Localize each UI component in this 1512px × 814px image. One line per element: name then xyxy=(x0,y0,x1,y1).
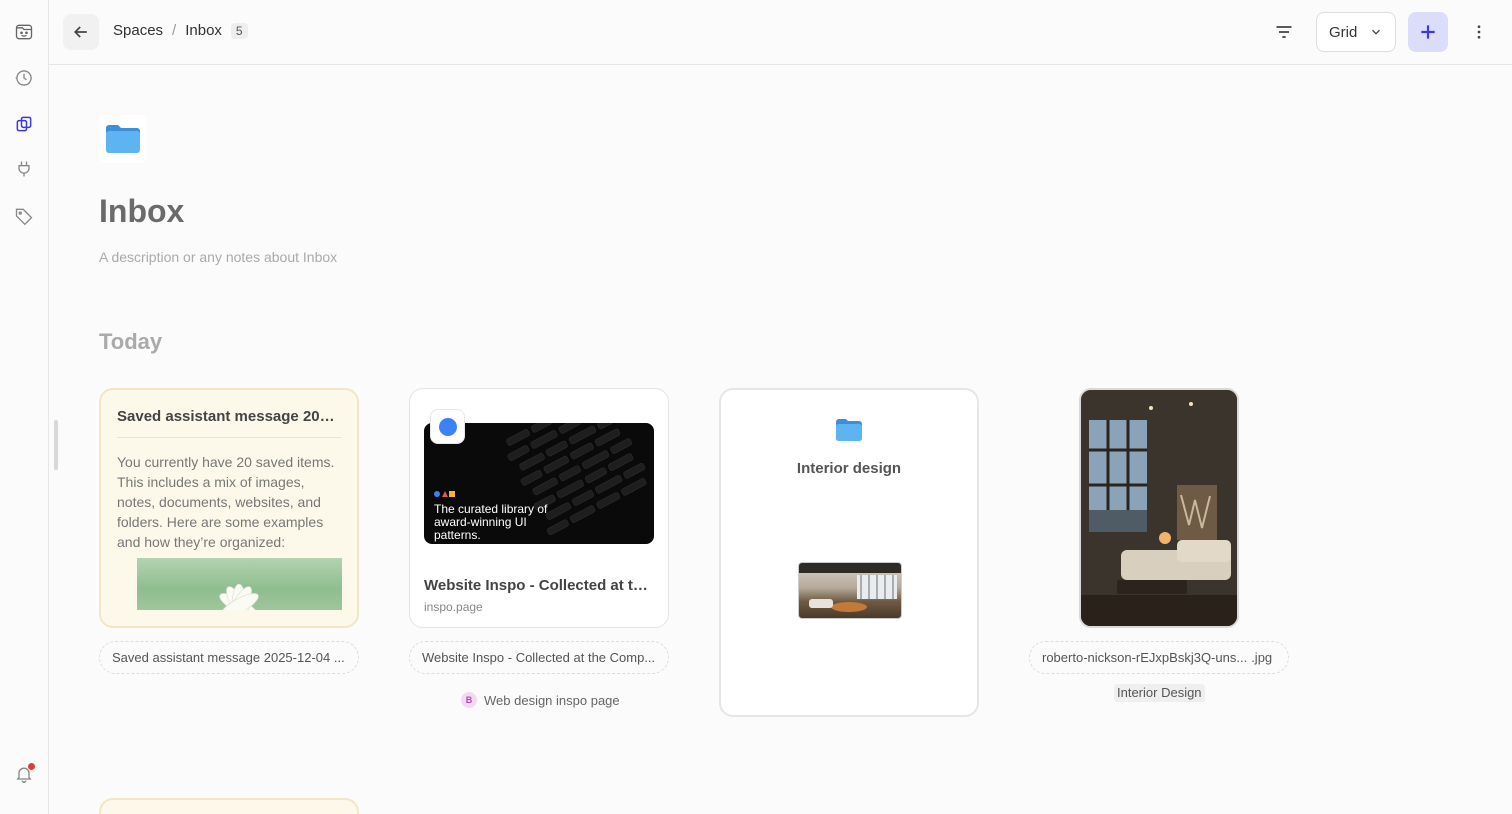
website-tagline: The curated library of award-winning UI … xyxy=(434,502,548,542)
sidebar-resize-handle[interactable] xyxy=(54,420,58,470)
website-tag-label: Web design inspo page xyxy=(484,692,620,708)
breadcrumb: Spaces / Inbox 5 xyxy=(113,22,248,39)
arrow-left-icon xyxy=(73,26,87,38)
note-card-caption[interactable]: Saved assistant message 2025-12-04 ... xyxy=(99,641,359,674)
breadcrumb-separator: / xyxy=(172,22,177,39)
website-card-tag[interactable]: B Web design inspo page xyxy=(461,692,620,708)
view-mode-select[interactable]: Grid xyxy=(1316,12,1396,52)
tags-button[interactable] xyxy=(12,204,36,228)
page-title[interactable]: Inbox xyxy=(99,193,184,230)
tag-icon xyxy=(15,208,33,226)
note-card[interactable]: Saved assistant message 2025... You curr… xyxy=(99,388,359,628)
plus-icon xyxy=(1421,25,1435,39)
image-card-caption[interactable]: roberto-nickson-rEJxpBskj3Q-uns... .jpg xyxy=(1029,641,1289,674)
website-card-caption[interactable]: Website Inspo - Collected at the Comp... xyxy=(409,641,669,674)
folder-preview-thumbnail xyxy=(798,562,902,619)
website-card-title: Website Inspo - Collected at the ... xyxy=(424,577,656,594)
folder-card[interactable]: Interior design xyxy=(719,388,979,717)
image-filename-extension: .jpg xyxy=(1251,650,1273,665)
top-bar: Spaces / Inbox 5 Grid xyxy=(49,0,1512,65)
daisy-flower-icon xyxy=(219,583,259,610)
spaces-icon xyxy=(16,116,32,132)
next-note-card[interactable] xyxy=(99,798,359,814)
more-vertical-icon xyxy=(1477,25,1481,39)
view-mode-label: Grid xyxy=(1329,23,1358,41)
website-favicon xyxy=(430,409,465,444)
interior-room-icon xyxy=(799,563,901,612)
history-button[interactable] xyxy=(12,66,36,90)
notifications-button[interactable] xyxy=(12,762,36,786)
folder-icon xyxy=(106,125,140,153)
sidebar-rail xyxy=(0,0,49,814)
breadcrumb-spaces[interactable]: Spaces xyxy=(113,22,163,39)
space-description-field[interactable]: A description or any notes about Inbox xyxy=(99,249,337,265)
image-card-tag[interactable]: Interior Design xyxy=(1114,684,1205,702)
blue-dot-icon xyxy=(438,417,457,436)
note-card-image xyxy=(137,558,342,610)
space-emoji-button[interactable] xyxy=(99,115,147,163)
spaces-button[interactable] xyxy=(12,112,36,136)
folder-card-name: Interior design xyxy=(796,460,902,477)
back-button[interactable] xyxy=(63,14,99,50)
plug-icon xyxy=(18,161,30,177)
note-card-body: You currently have 20 saved items. This … xyxy=(117,454,335,550)
home-button[interactable] xyxy=(12,20,36,44)
breadcrumb-inbox: Inbox xyxy=(185,22,222,39)
integrations-button[interactable] xyxy=(12,157,36,181)
note-card-title: Saved assistant message 2025... xyxy=(117,408,341,438)
tag-avatar: B xyxy=(461,692,477,708)
add-item-button[interactable] xyxy=(1408,12,1448,52)
website-card-domain: inspo.page xyxy=(424,600,483,614)
folder-card-icon xyxy=(835,418,863,447)
filter-button[interactable] xyxy=(1268,16,1300,48)
item-count-badge: 5 xyxy=(230,22,248,39)
logo-face-icon xyxy=(15,24,33,40)
folder-icon xyxy=(836,419,862,441)
history-icon xyxy=(15,70,32,86)
image-filename-stem: roberto-nickson-rEJxpBskj3Q-uns... xyxy=(1042,650,1248,665)
filter-icon xyxy=(1276,26,1292,38)
image-card[interactable] xyxy=(1079,388,1239,628)
section-heading-today: Today xyxy=(99,329,163,354)
more-options-button[interactable] xyxy=(1467,16,1491,48)
chevron-down-icon xyxy=(1372,29,1381,35)
website-card[interactable]: The curated library of award-winning UI … xyxy=(409,388,669,628)
living-room-photo-icon xyxy=(1081,390,1237,626)
notification-dot xyxy=(28,763,35,770)
